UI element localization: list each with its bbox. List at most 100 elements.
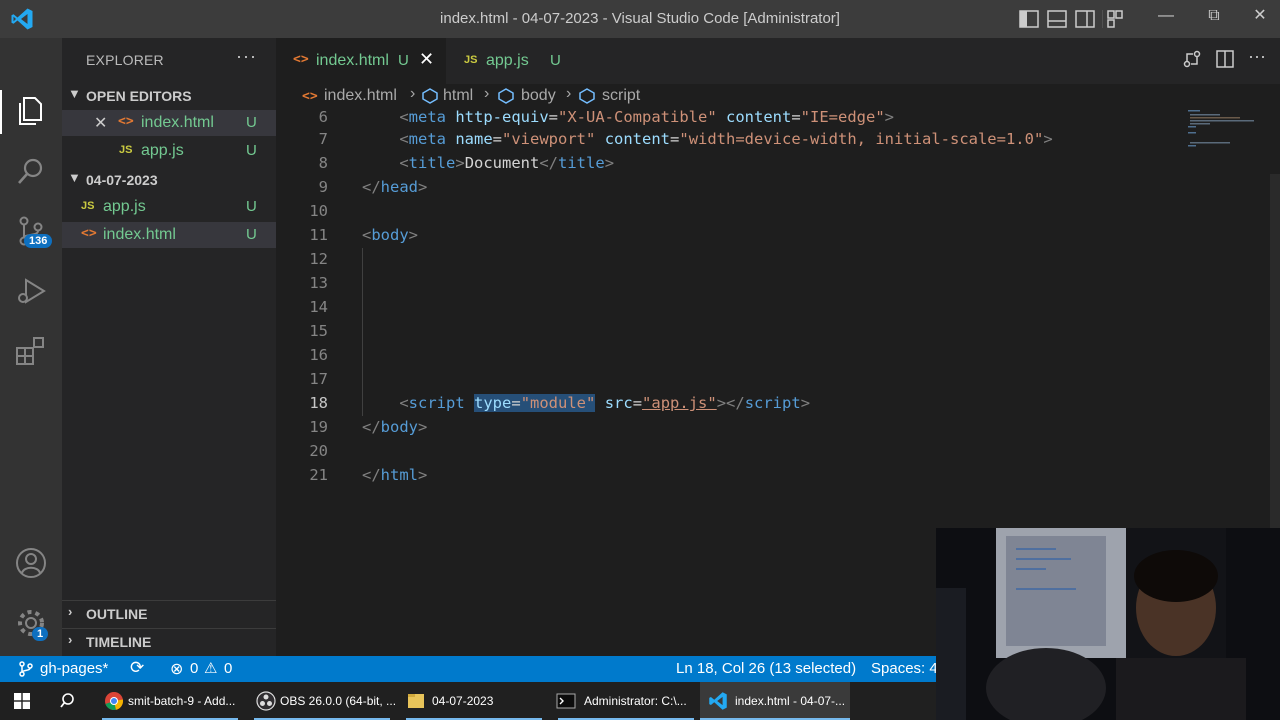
line-number: 15 bbox=[309, 322, 328, 340]
untracked-status: U bbox=[246, 142, 257, 159]
open-editors-section-header[interactable]: ▼ OPEN EDITORS bbox=[62, 84, 276, 108]
close-tab-icon[interactable]: ✕ bbox=[419, 49, 434, 70]
toggle-panel-icon[interactable] bbox=[1046, 8, 1068, 30]
close-window-button[interactable]: ✕ bbox=[1240, 4, 1280, 30]
close-editor-icon[interactable]: ✕ bbox=[94, 113, 107, 133]
more-actions-icon[interactable]: ··· bbox=[1248, 46, 1266, 67]
chevron-down-icon: ▼ bbox=[68, 86, 81, 101]
html-file-icon: <> bbox=[118, 114, 134, 129]
explorer-title: EXPLORER bbox=[86, 52, 164, 68]
timeline-section-header[interactable]: › TIMELINE bbox=[62, 630, 276, 654]
minimap[interactable] bbox=[1188, 108, 1268, 148]
file-item-app-js[interactable]: JS app.js U bbox=[62, 194, 276, 220]
untracked-status: U bbox=[550, 52, 561, 69]
branch-name[interactable]: gh-pages* bbox=[40, 660, 108, 677]
section-divider bbox=[62, 628, 276, 629]
line-number: 9 bbox=[318, 178, 328, 196]
untracked-status: U bbox=[398, 52, 409, 69]
tab-label: index.html bbox=[316, 52, 389, 69]
line-number: 16 bbox=[309, 346, 328, 364]
symbol-element-icon bbox=[422, 88, 438, 104]
open-editor-item-index-html[interactable]: ✕ <> index.html U bbox=[62, 110, 276, 136]
warning-icon[interactable]: ⚠ bbox=[204, 659, 217, 677]
taskbar-item-folder[interactable]: 04-07-2023 bbox=[400, 682, 548, 720]
taskbar-item-vscode[interactable]: index.html - 04-07-... bbox=[700, 682, 850, 720]
untracked-status: U bbox=[246, 114, 257, 131]
search-icon[interactable] bbox=[14, 154, 48, 188]
line-number: 7 bbox=[318, 130, 328, 148]
explorer-sidebar: EXPLORER ··· ▼ OPEN EDITORS ✕ <> index.h… bbox=[62, 38, 276, 656]
untracked-status: U bbox=[246, 226, 257, 243]
line-number: 17 bbox=[309, 370, 328, 388]
account-icon[interactable] bbox=[14, 546, 48, 580]
symbol-element-icon bbox=[579, 88, 595, 104]
branch-icon[interactable] bbox=[17, 660, 35, 678]
tab-label: app.js bbox=[486, 52, 529, 69]
js-file-icon: JS bbox=[119, 144, 133, 156]
breadcrumb-item-file[interactable]: index.html bbox=[324, 87, 397, 105]
open-editor-item-app-js[interactable]: JS app.js U bbox=[62, 138, 276, 164]
toggle-primary-sidebar-icon[interactable] bbox=[1018, 8, 1040, 30]
customize-layout-icon[interactable] bbox=[1101, 8, 1124, 30]
breadcrumb: <> index.html › html › body › script bbox=[276, 84, 1280, 108]
file-item-index-html[interactable]: <> index.html U bbox=[62, 222, 276, 248]
outline-section-header[interactable]: › OUTLINE bbox=[62, 602, 276, 626]
breadcrumb-item-script[interactable]: script bbox=[602, 87, 640, 105]
source-control-badge: 136 bbox=[24, 234, 53, 248]
code-line-18: <script type="module" src="app.js"></scr… bbox=[399, 394, 811, 412]
line-number: 13 bbox=[309, 274, 328, 292]
symbol-element-icon bbox=[498, 88, 514, 104]
windows-start-icon[interactable] bbox=[14, 693, 30, 709]
js-file-icon: JS bbox=[81, 200, 95, 212]
untracked-status: U bbox=[246, 198, 257, 215]
tab-index-html[interactable]: <> index.html U ✕ bbox=[276, 38, 446, 84]
warning-count[interactable]: 0 bbox=[224, 660, 232, 677]
sync-icon[interactable]: ⟳ bbox=[130, 658, 144, 678]
line-number: 6 bbox=[318, 108, 328, 126]
split-editor-icon[interactable] bbox=[1215, 49, 1235, 69]
indentation-setting[interactable]: Spaces: 4 bbox=[871, 660, 938, 677]
section-divider bbox=[62, 600, 276, 601]
line-number: 14 bbox=[309, 298, 328, 316]
chevron-down-icon: ▼ bbox=[68, 170, 81, 185]
line-number: 12 bbox=[309, 250, 328, 268]
run-debug-icon[interactable] bbox=[14, 274, 48, 308]
taskbar-item-terminal[interactable]: Administrator: C:\... bbox=[552, 682, 700, 720]
chrome-icon bbox=[105, 692, 124, 711]
chevron-right-icon: › bbox=[566, 85, 572, 102]
error-icon[interactable]: ⊗ bbox=[170, 659, 183, 679]
compare-changes-icon[interactable] bbox=[1182, 49, 1202, 69]
taskbar-search-icon[interactable] bbox=[60, 692, 78, 710]
active-view-indicator bbox=[0, 90, 2, 134]
file-name: index.html bbox=[103, 226, 176, 243]
cursor-position[interactable]: Ln 18, Col 26 (13 selected) bbox=[676, 660, 856, 677]
file-name: app.js bbox=[103, 198, 146, 215]
line-number: 19 bbox=[309, 418, 328, 436]
indent-guide bbox=[362, 248, 363, 416]
extensions-icon[interactable] bbox=[14, 334, 48, 368]
taskbar-item-chrome[interactable]: smit-batch-9 - Add... bbox=[96, 682, 244, 720]
error-count[interactable]: 0 bbox=[190, 660, 198, 677]
vscode-icon bbox=[709, 692, 727, 710]
tab-app-js[interactable]: JS app.js U bbox=[446, 38, 576, 84]
code-line-7: <meta name="viewport" content="width=dev… bbox=[399, 130, 1053, 148]
folder-section-header[interactable]: ▼ 04-07-2023 bbox=[62, 168, 276, 192]
code-line-8: <title>Document</title> bbox=[399, 154, 615, 172]
html-file-icon: <> bbox=[302, 89, 318, 104]
breadcrumb-item-html[interactable]: html bbox=[443, 87, 473, 105]
webcam-overlay bbox=[936, 528, 1280, 720]
text-selection: type="module" bbox=[474, 394, 596, 412]
minimize-button[interactable]: — bbox=[1146, 4, 1186, 30]
webcam-video-frame bbox=[936, 528, 1280, 720]
explorer-icon[interactable] bbox=[14, 94, 48, 128]
taskbar-item-obs[interactable]: OBS 26.0.0 (64-bit, ... bbox=[248, 682, 396, 720]
breadcrumb-item-body[interactable]: body bbox=[521, 87, 556, 105]
restore-button[interactable]: ⧉ bbox=[1194, 4, 1234, 30]
code-line-9: </head> bbox=[362, 178, 428, 196]
line-number: 20 bbox=[309, 442, 328, 460]
chevron-right-icon: › bbox=[68, 604, 73, 619]
toggle-secondary-sidebar-icon[interactable] bbox=[1074, 8, 1096, 30]
html-file-icon: <> bbox=[81, 226, 97, 241]
explorer-more-actions-icon[interactable]: ··· bbox=[236, 46, 257, 67]
line-number: 11 bbox=[309, 226, 328, 244]
